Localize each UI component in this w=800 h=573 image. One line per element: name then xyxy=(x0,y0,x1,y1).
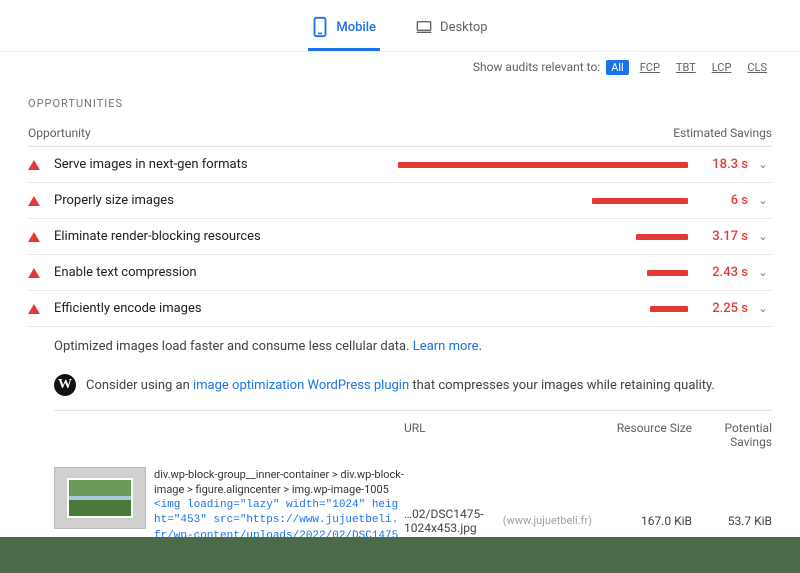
th-potential-savings: Potential Savings xyxy=(692,421,772,449)
fail-triangle-icon xyxy=(28,304,40,314)
filter-chip-cls[interactable]: CLS xyxy=(742,60,772,75)
savings-value: 6 s xyxy=(698,193,748,208)
opportunity-row[interactable]: Efficiently encode images 2.25 s ⌄ xyxy=(28,291,772,327)
savings-bar xyxy=(398,198,688,204)
table-header: URL Resource Size Potential Savings xyxy=(54,411,772,459)
device-tabs: Mobile Desktop xyxy=(0,0,800,52)
filter-label: Show audits relevant to: xyxy=(473,60,600,74)
savings-value: 2.25 s xyxy=(698,301,748,316)
chevron-down-icon: ⌄ xyxy=(754,230,772,243)
tab-label: Desktop xyxy=(440,20,488,35)
opportunity-row[interactable]: Properly size images 6 s ⌄ xyxy=(28,183,772,219)
opportunity-label: Eliminate render-blocking resources xyxy=(54,229,398,244)
savings-value: 3.17 s xyxy=(698,229,748,244)
filter-chip-lcp[interactable]: LCP xyxy=(707,60,737,75)
learn-more-link[interactable]: Learn more xyxy=(413,339,479,354)
savings-value: 2.43 s xyxy=(698,265,748,280)
chevron-down-icon: ⌄ xyxy=(754,194,772,207)
savings-bar xyxy=(398,234,688,240)
th-url: URL xyxy=(404,421,592,449)
tab-label: Mobile xyxy=(336,20,376,35)
savings-bar xyxy=(398,270,688,276)
resource-thumbnail xyxy=(54,467,146,529)
th-resource-size: Resource Size xyxy=(592,421,692,449)
desktop-icon xyxy=(416,16,432,38)
audit-filter: Show audits relevant to: All FCP TBT LCP… xyxy=(0,52,800,79)
fail-triangle-icon xyxy=(28,232,40,242)
filter-chip-fcp[interactable]: FCP xyxy=(635,60,665,75)
fail-triangle-icon xyxy=(28,196,40,206)
wordpress-plugin-suggestion: W Consider using an image optimization W… xyxy=(28,366,772,410)
col-savings: Estimated Savings xyxy=(673,126,772,140)
mobile-icon xyxy=(312,16,328,38)
savings-bar xyxy=(398,306,688,312)
fail-triangle-icon xyxy=(28,160,40,170)
footer-bar xyxy=(0,537,800,573)
opportunity-row[interactable]: Enable text compression 2.43 s ⌄ xyxy=(28,255,772,291)
opportunity-label: Serve images in next-gen formats xyxy=(54,157,398,172)
savings-bar xyxy=(398,162,688,168)
chevron-down-icon: ⌄ xyxy=(754,302,772,315)
opportunity-label: Properly size images xyxy=(54,193,398,208)
opportunity-row[interactable]: Eliminate render-blocking resources 3.17 … xyxy=(28,219,772,255)
opportunity-row[interactable]: Serve images in next-gen formats 18.3 s ⌄ xyxy=(28,147,772,183)
fail-triangle-icon xyxy=(28,268,40,278)
plugin-link[interactable]: image optimization WordPress plugin xyxy=(193,378,409,393)
wordpress-icon: W xyxy=(54,374,76,396)
col-opportunity: Opportunity xyxy=(28,126,91,140)
audit-description: Optimized images load faster and consume… xyxy=(28,327,772,366)
section-title-opportunities: OPPORTUNITIES xyxy=(28,97,772,110)
chevron-down-icon: ⌄ xyxy=(754,158,772,171)
tab-mobile[interactable]: Mobile xyxy=(308,10,380,51)
opportunities-header: Opportunity Estimated Savings xyxy=(28,122,772,147)
chevron-down-icon: ⌄ xyxy=(754,266,772,279)
tab-desktop[interactable]: Desktop xyxy=(412,10,492,51)
filter-chip-tbt[interactable]: TBT xyxy=(671,60,701,75)
savings-value: 18.3 s xyxy=(698,157,748,172)
opportunity-label: Efficiently encode images xyxy=(54,301,398,316)
opportunity-label: Enable text compression xyxy=(54,265,398,280)
filter-chip-all[interactable]: All xyxy=(606,60,629,75)
